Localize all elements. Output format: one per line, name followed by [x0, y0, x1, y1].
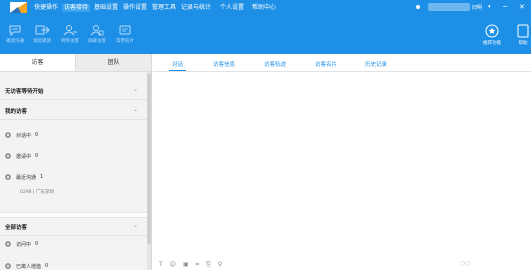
gear-icon [5, 263, 11, 269]
waiting-section-header[interactable]: 无访客等待开始 ⌄ [0, 82, 148, 100]
toolbar-label: 发起邀请 [33, 39, 51, 44]
list-item-left[interactable]: 已离人增值 0 [5, 262, 48, 270]
list-item-recent[interactable]: 最近沟通 1 [5, 173, 43, 181]
menu-personal-settings[interactable]: 个人设置 [220, 4, 244, 12]
user-name[interactable]: 旧明 [472, 4, 482, 11]
chevron-down-icon: ⌄ [132, 86, 138, 93]
section-title: 全部访客 [5, 225, 28, 231]
menu-basic-settings[interactable]: 基础设置 [94, 4, 118, 12]
gear-icon [5, 241, 11, 247]
gear-icon [5, 153, 11, 159]
toolbar-label: 邀请沟通 [6, 39, 24, 44]
conversation-tabs: 对话 访客信息 访客轨迹 访客名片 历史记录 [153, 54, 531, 72]
chat-input-toolbar: T ☺ ▣ ⌗ ⎘ ⚲ [159, 260, 229, 270]
visitor-panel-tabs: 访客 团队 [0, 54, 151, 72]
toolbar-label: 帮助 [518, 41, 528, 46]
list-item-in-conversation[interactable]: 对话中 0 [5, 131, 38, 139]
image-icon[interactable]: ▣ [183, 261, 189, 269]
gear-icon [5, 132, 11, 138]
tab-visitor-card[interactable]: 访客名片 [315, 60, 337, 68]
menu-help-center[interactable]: 帮助中心 [252, 4, 276, 12]
block-visitor-button[interactable]: 屏蔽访客 [84, 24, 110, 50]
chat-more-icon[interactable]: ○○ [460, 260, 470, 267]
menu-visitor-reception[interactable]: 访客接待 [62, 4, 91, 12]
app-logo-icon [10, 2, 27, 13]
list-item-count: 0 [35, 132, 39, 138]
transfer-user-icon [63, 25, 77, 36]
menu-quick-actions[interactable]: 快捷操作 [34, 4, 58, 12]
list-item-label: 对话中 [16, 132, 32, 139]
menu-records-stats[interactable]: 记录与统计 [181, 4, 211, 12]
menu-management-tools[interactable]: 管理工具 [152, 4, 176, 12]
conversation-panel: 对话 访客信息 访客轨迹 访客名片 历史记录 T ☺ ▣ ⌗ ⎘ ⚲ ○○ [153, 54, 531, 270]
toolbar-label: 转移访客 [61, 39, 79, 44]
list-item-count: 0 [45, 263, 49, 269]
tab-team[interactable]: 团队 [75, 54, 151, 71]
recommend-button[interactable]: 推荐功能 [479, 24, 505, 50]
tab-history[interactable]: 历史记录 [365, 60, 387, 68]
help-button[interactable]: 帮助 [510, 24, 531, 50]
recommend-icon [485, 24, 499, 38]
list-item-count: 0 [35, 153, 39, 159]
list-item-inviting[interactable]: 邀请中 0 [5, 152, 38, 160]
toolbar-label: 推荐功能 [483, 41, 501, 46]
chat-message-area[interactable] [153, 73, 531, 257]
menu-bar: 快捷操作 访客接待 基础设置 操作设置 管理工具 记录与统计 个人设置 帮助中心… [0, 0, 531, 16]
chat-invite-button[interactable]: 邀请沟通 [2, 24, 28, 50]
tab-conversation[interactable]: 对话 [168, 60, 187, 71]
chevron-down-icon: ⌄ [132, 222, 138, 229]
minimize-button[interactable]: ─ [503, 2, 507, 12]
tab-visitors[interactable]: 访客 [0, 54, 75, 71]
my-visitors-section-header[interactable]: 我的访客 ⌄ [0, 102, 148, 120]
font-icon[interactable]: T [159, 261, 163, 269]
list-item-label: 最近沟通 [16, 174, 37, 181]
user-dropdown-icon[interactable]: ▾ [488, 4, 491, 10]
transfer-visitor-button[interactable]: 转移访客 [57, 24, 83, 50]
section-title: 无访客等待开始 [5, 89, 44, 95]
screenshot-icon[interactable]: ⌗ [196, 261, 199, 269]
online-status-icon [416, 5, 420, 9]
list-item-count: 1 [40, 174, 44, 180]
all-visitors-section-header[interactable]: 全部访客 ⌄ [0, 218, 148, 236]
tab-visitor-info[interactable]: 访客信息 [213, 60, 235, 68]
recent-visitor-entry[interactable]: 0298 | 广东深圳 [20, 189, 54, 195]
common-card-button[interactable]: 常用名片 [112, 24, 138, 50]
toolbar-label: 屏蔽访客 [88, 39, 106, 44]
section-title: 我的访客 [5, 109, 28, 115]
invite-arrow-icon [35, 25, 50, 35]
toolbar-label: 常用名片 [116, 39, 134, 44]
visitor-panel: 访客 团队 无访客等待开始 ⌄ 我的访客 ⌄ 对话中 0 邀请中 0 最近沟通 … [0, 54, 152, 270]
scrollbar-thumb[interactable] [147, 74, 151, 244]
gear-icon [5, 174, 11, 180]
user-account-blur [428, 3, 470, 11]
location-icon[interactable]: ⚲ [218, 261, 222, 269]
toolbar: 邀请沟通 发起邀请 转移访客 屏蔽访客 常用名片 推荐功能 帮助 [0, 16, 531, 54]
tab-visitor-track[interactable]: 访客轨迹 [264, 60, 286, 68]
chevron-down-icon: ⌄ [132, 106, 138, 113]
list-item-count: 0 [35, 241, 39, 247]
block-user-icon [90, 25, 104, 36]
close-button[interactable]: ✕ [519, 2, 525, 12]
list-item-label: 邀请中 [16, 153, 32, 160]
list-item-label: 已离人增值 [16, 263, 42, 270]
help-icon [517, 24, 529, 38]
send-invite-button[interactable]: 发起邀请 [29, 24, 55, 50]
list-item-label: 访问中 [16, 241, 32, 248]
menu-operation-settings[interactable]: 操作设置 [123, 4, 147, 12]
list-item-visiting[interactable]: 访问中 0 [5, 240, 38, 248]
emoji-icon[interactable]: ☺ [170, 261, 176, 269]
file-icon[interactable]: ⎘ [206, 261, 211, 269]
card-icon [119, 25, 131, 35]
chat-bubble-icon [9, 25, 21, 36]
